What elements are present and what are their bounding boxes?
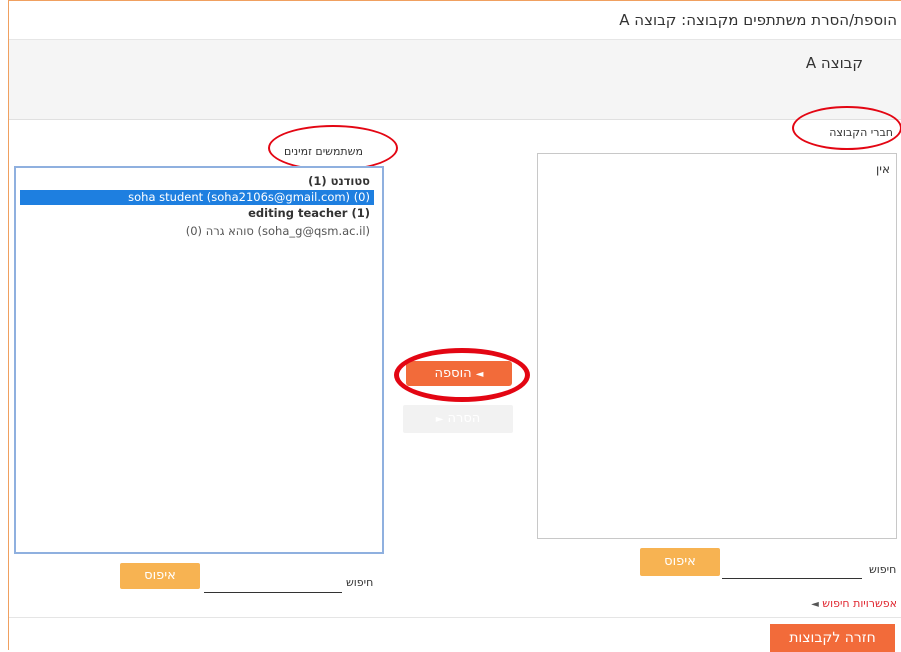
search-options-link[interactable]: אפשרויות חיפוש ◄ [811, 597, 897, 610]
back-to-groups-button[interactable]: חזרה לקבוצות [770, 624, 895, 652]
add-button[interactable]: ◄ הוספה [406, 361, 512, 386]
members-search-label: חיפוש [869, 563, 897, 576]
footer-divider [9, 617, 901, 618]
group-members-list[interactable]: אין [537, 153, 897, 539]
add-button-label: הוספה [434, 366, 472, 381]
remove-button[interactable]: הסרה ► [403, 405, 513, 433]
potential-users-label: משתמשים זמינים [284, 145, 363, 158]
members-reset-button[interactable]: איפוס [640, 548, 720, 576]
optgroup-editing-teacher: editing teacher (1) [248, 206, 370, 220]
optgroup-students: סטודנט (1) [308, 174, 370, 188]
potential-users-list[interactable]: סטודנט (1) soha student (soha2106s@gmail… [14, 166, 384, 554]
potential-reset-button[interactable]: איפוס [120, 563, 200, 589]
title-bar: הוספת/הסרת משתתפים מקבוצה: קבוצה A [9, 1, 901, 40]
user-option-soha-student[interactable]: soha student (soha2106s@gmail.com) (0) [20, 190, 374, 205]
user-option-soha-gara[interactable]: סוהא גרה (0) (soha_g@qsm.ac.il) [20, 224, 374, 239]
potential-search-label: חיפוש [346, 576, 374, 589]
group-header: קבוצה A [9, 40, 901, 120]
expand-arrow-icon: ◄ [811, 599, 819, 610]
members-empty-option[interactable]: אין [876, 162, 890, 176]
group-name: קבוצה A [805, 54, 863, 72]
remove-arrow-icon: ► [435, 414, 444, 425]
add-arrow-icon: ◄ [475, 369, 484, 380]
search-options-label: אפשרויות חיפוש [822, 597, 897, 610]
members-label: חברי הקבוצה [829, 126, 893, 139]
page-title: הוספת/הסרת משתתפים מקבוצה: קבוצה A [619, 11, 897, 29]
potential-search-input[interactable] [204, 570, 342, 593]
members-search-input[interactable] [722, 556, 862, 579]
remove-button-label: הסרה [447, 411, 481, 426]
